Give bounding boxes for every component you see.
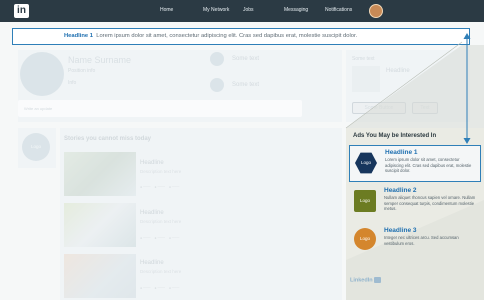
page: Name Surname Position info Info Some tex…: [0, 0, 484, 300]
connector-arrow: [345, 33, 471, 144]
